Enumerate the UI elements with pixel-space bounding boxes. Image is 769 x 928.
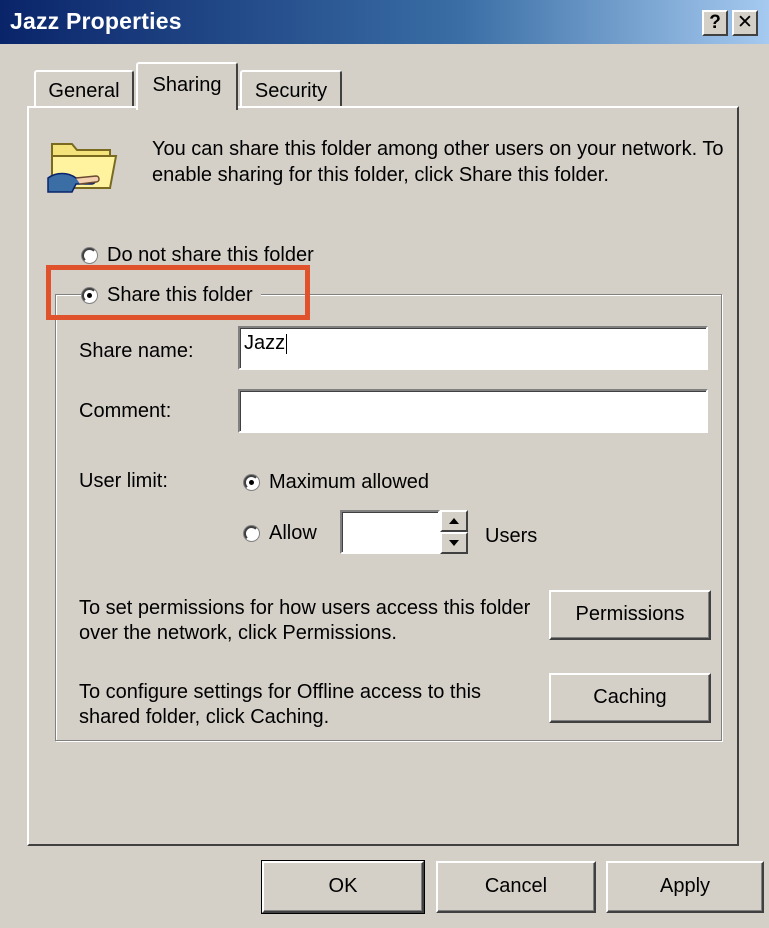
user-limit-input[interactable] (340, 510, 440, 554)
caching-text: To configure settings for Offline access… (79, 681, 482, 728)
caching-button[interactable]: Caching (549, 673, 711, 723)
close-button[interactable]: ✕ (732, 10, 758, 36)
radio-checked[interactable] (244, 475, 259, 490)
properties-dialog: Jazz Properties ? ✕ General Sharing Secu… (0, 0, 769, 928)
share-name-label: Share name: (79, 340, 194, 362)
tab-sharing[interactable]: Sharing (136, 62, 238, 110)
tab-general[interactable]: General (34, 70, 134, 106)
allow-label: Allow (269, 522, 317, 544)
comment-input[interactable] (238, 389, 708, 433)
title-bar: Jazz Properties ? ✕ (0, 0, 769, 44)
ok-button[interactable]: OK (262, 861, 424, 913)
max-allowed-radio[interactable]: Maximum allowed (244, 471, 429, 494)
tab-security[interactable]: Security (240, 70, 342, 106)
share-name-input[interactable]: Jazz (238, 326, 708, 370)
highlight-box (46, 265, 310, 320)
help-button[interactable]: ? (702, 10, 728, 36)
users-label: Users (485, 525, 538, 547)
permissions-button[interactable]: Permissions (549, 590, 711, 640)
radio-unchecked[interactable] (244, 526, 259, 541)
user-limit-label: User limit: (79, 470, 168, 492)
permissions-text: To set permissions for how users access … (79, 597, 531, 644)
cancel-button[interactable]: Cancel (436, 861, 596, 913)
max-allowed-label: Maximum allowed (269, 471, 430, 493)
text-caret (286, 333, 288, 354)
spin-up-icon[interactable] (440, 510, 468, 532)
user-limit-spinner[interactable] (440, 510, 468, 554)
allow-radio[interactable]: Allow (244, 522, 317, 545)
spin-down-icon[interactable] (440, 532, 468, 554)
comment-label: Comment: (79, 400, 172, 422)
apply-button[interactable]: Apply (606, 861, 764, 913)
share-name-value: Jazz (244, 332, 286, 354)
window-title: Jazz Properties (10, 8, 182, 34)
